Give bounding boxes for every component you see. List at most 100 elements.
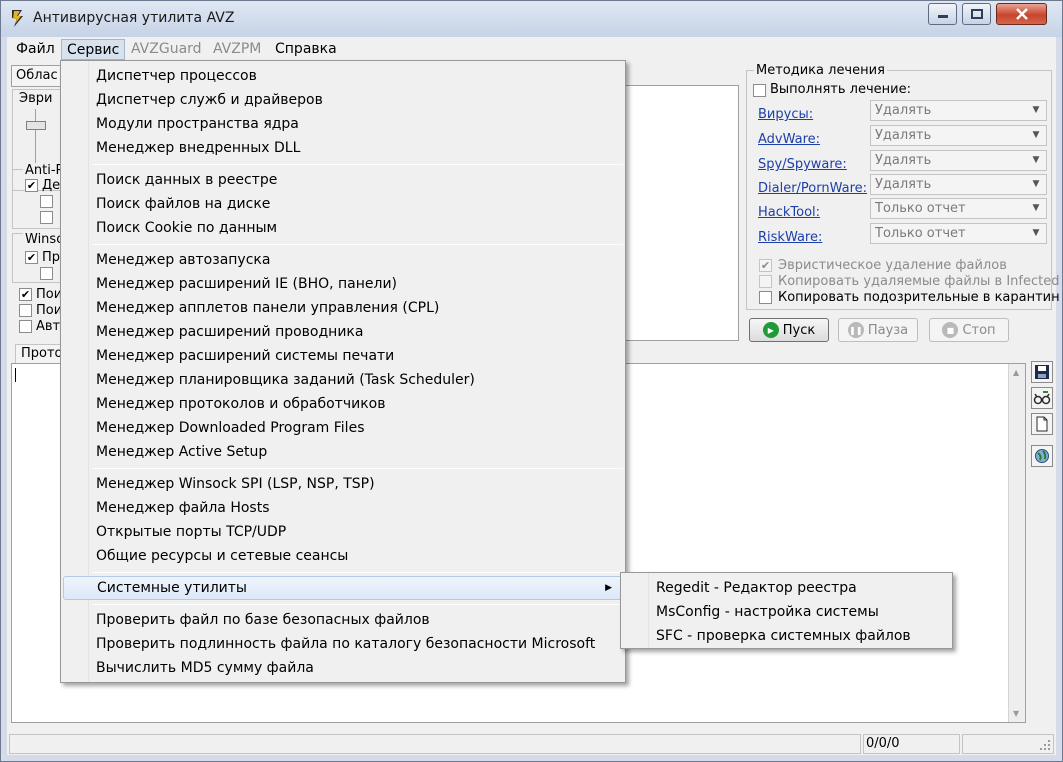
start-button-label: Пуск bbox=[782, 322, 816, 338]
dialer-link[interactable]: Dialer/PornWare: bbox=[758, 181, 867, 196]
menu-item-shared-resources[interactable]: Общие ресурсы и сетевые сеансы bbox=[63, 544, 623, 568]
menu-item-winsock-spi[interactable]: Менеджер Winsock SPI (LSP, NSP, TSP) bbox=[63, 472, 623, 496]
dialer-action-select[interactable]: Удалять ▼ bbox=[870, 174, 1047, 195]
menu-item-kernel-modules[interactable]: Модули пространства ядра bbox=[63, 112, 623, 136]
menu-item-explorer-extensions[interactable]: Менеджер расширений проводника bbox=[63, 320, 623, 344]
menu-item-cookie-search[interactable]: Поиск Cookie по данным bbox=[63, 216, 623, 240]
menu-separator bbox=[92, 164, 623, 165]
chevron-down-icon: ▼ bbox=[1032, 105, 1040, 115]
pause-button[interactable]: ❚❚ Пауза bbox=[838, 318, 918, 342]
scroll-up-icon[interactable]: ▲ bbox=[1013, 368, 1019, 377]
menu-item-md5-sum[interactable]: Вычислить MD5 сумму файла bbox=[63, 656, 623, 680]
perform-treatment-checkbox[interactable] bbox=[753, 84, 766, 97]
heuristic-delete-checkbox[interactable]: ✔ bbox=[759, 259, 772, 272]
treatment-group-title: Методика лечения bbox=[754, 63, 887, 78]
search-checkbox-1-label: Пои bbox=[36, 287, 63, 302]
status-counter: 0/0/0 bbox=[863, 734, 960, 754]
virus-link[interactable]: Вирусы: bbox=[758, 107, 813, 122]
search-checkbox-3-label: Авт bbox=[36, 319, 61, 334]
anti-checkbox-2[interactable] bbox=[40, 195, 53, 208]
winsock-checkbox-2[interactable] bbox=[40, 267, 53, 280]
hacktool-action-select[interactable]: Только отчет ▼ bbox=[870, 198, 1047, 219]
minimize-icon bbox=[937, 15, 948, 18]
resize-grip-icon[interactable] bbox=[1039, 739, 1051, 751]
menu-avzguard[interactable]: AVZGuard bbox=[126, 39, 207, 60]
minimize-button[interactable] bbox=[928, 3, 957, 25]
winsock-checkbox-1[interactable]: ✔ bbox=[25, 251, 38, 264]
menu-item-file-search[interactable]: Поиск файлов на диске bbox=[63, 192, 623, 216]
menu-item-registry-search[interactable]: Поиск данных в реестре bbox=[63, 168, 623, 192]
menu-service[interactable]: Сервис bbox=[61, 39, 126, 60]
avz-app-icon bbox=[12, 10, 23, 27]
menu-item-check-safe-db[interactable]: Проверить файл по базе безопасных файлов bbox=[63, 608, 623, 632]
menu-item-cpl-manager[interactable]: Менеджер апплетов панели управления (CPL… bbox=[63, 296, 623, 320]
close-button[interactable] bbox=[996, 3, 1047, 25]
glasses-icon bbox=[1033, 391, 1051, 405]
log-scrollbar[interactable]: ▲ ▼ bbox=[1008, 364, 1025, 722]
play-icon: ▶ bbox=[762, 322, 779, 338]
riskware-link[interactable]: RiskWare: bbox=[758, 230, 822, 245]
virus-action-select[interactable]: Удалять ▼ bbox=[870, 100, 1047, 121]
submenu-item-regedit[interactable]: Regedit - Редактор реестра bbox=[623, 576, 950, 600]
search-checkbox-3[interactable] bbox=[19, 320, 32, 333]
menu-item-system-utilities[interactable]: Системные утилиты ▶ bbox=[63, 576, 623, 600]
menu-item-dll-manager[interactable]: Менеджер внедренных DLL bbox=[63, 136, 623, 160]
menu-file[interactable]: Файл bbox=[11, 39, 60, 60]
virus-action-value: Удалять bbox=[875, 103, 932, 118]
menu-separator bbox=[92, 468, 623, 469]
hacktool-action-value: Только отчет bbox=[875, 201, 966, 216]
menu-item-services-drivers[interactable]: Диспетчер служб и драйверов bbox=[63, 88, 623, 112]
dialer-action-value: Удалять bbox=[875, 177, 932, 192]
menu-item-task-scheduler[interactable]: Менеджер планировщика заданий (Task Sche… bbox=[63, 368, 623, 392]
menu-help[interactable]: Справка bbox=[270, 39, 342, 60]
search-checkbox-2[interactable] bbox=[19, 304, 32, 317]
window-title: Антивирусная утилита AVZ bbox=[33, 10, 235, 26]
scroll-down-icon[interactable]: ▼ bbox=[1013, 709, 1019, 718]
submenu-item-sfc[interactable]: SFC - проверка системных файлов bbox=[623, 624, 950, 648]
object-list[interactable] bbox=[607, 85, 739, 341]
save-log-button[interactable] bbox=[1031, 361, 1053, 383]
hacktool-link[interactable]: HackTool: bbox=[758, 205, 820, 220]
heuristic-slider-thumb[interactable] bbox=[26, 121, 46, 130]
view-log-button[interactable] bbox=[1031, 387, 1053, 409]
anti-checkbox-3[interactable] bbox=[40, 211, 53, 224]
menu-separator bbox=[92, 244, 623, 245]
advware-link[interactable]: AdvWare: bbox=[758, 132, 820, 147]
chevron-down-icon: ▼ bbox=[1032, 130, 1040, 140]
pause-button-label: Пауза bbox=[867, 322, 909, 338]
globe-button[interactable] bbox=[1031, 445, 1053, 467]
menu-avzpm[interactable]: AVZPM bbox=[208, 39, 266, 60]
area-tab-label: Облас bbox=[16, 68, 58, 83]
chevron-down-icon: ▼ bbox=[1032, 179, 1040, 189]
new-log-button[interactable] bbox=[1031, 413, 1053, 435]
stop-button[interactable]: ■ Стоп bbox=[929, 318, 1009, 342]
anti-checkbox-1[interactable]: ✔ bbox=[25, 179, 38, 192]
submenu-item-msconfig[interactable]: MsConfig - настройка системы bbox=[623, 600, 950, 624]
menu-item-print-extensions[interactable]: Менеджер расширений системы печати bbox=[63, 344, 623, 368]
globe-icon bbox=[1035, 449, 1049, 463]
heuristic-slider-track[interactable] bbox=[26, 109, 53, 165]
floppy-disk-icon bbox=[1035, 365, 1049, 379]
menu-item-protocols-handlers[interactable]: Менеджер протоколов и обработчиков bbox=[63, 392, 623, 416]
menu-item-active-setup[interactable]: Менеджер Active Setup bbox=[63, 440, 623, 464]
maximize-button[interactable] bbox=[962, 3, 991, 25]
title-bar[interactable]: Антивирусная утилита AVZ bbox=[1, 1, 1062, 37]
menu-item-process-manager[interactable]: Диспетчер процессов bbox=[63, 64, 623, 88]
spyware-link[interactable]: Spy/Spyware: bbox=[758, 157, 847, 172]
search-checkbox-2-label: Пои bbox=[36, 303, 63, 318]
area-tab[interactable]: Облас bbox=[11, 65, 61, 87]
riskware-action-select[interactable]: Только отчет ▼ bbox=[870, 223, 1047, 244]
search-checkbox-1[interactable]: ✔ bbox=[19, 288, 32, 301]
chevron-down-icon: ▼ bbox=[1032, 203, 1040, 213]
menu-item-downloaded-program-files[interactable]: Менеджер Downloaded Program Files bbox=[63, 416, 623, 440]
start-button[interactable]: ▶ Пуск bbox=[749, 318, 829, 342]
menu-item-check-ms-catalog[interactable]: Проверить подлинность файла по каталогу … bbox=[63, 632, 623, 656]
advware-action-select[interactable]: Удалять ▼ bbox=[870, 125, 1047, 146]
copy-infected-checkbox[interactable] bbox=[759, 275, 772, 288]
copy-quarantine-checkbox[interactable] bbox=[759, 291, 772, 304]
spyware-action-select[interactable]: Удалять ▼ bbox=[870, 150, 1047, 171]
menu-item-hosts-manager[interactable]: Менеджер файла Hosts bbox=[63, 496, 623, 520]
menu-item-ie-extensions[interactable]: Менеджер расширений IE (BHO, панели) bbox=[63, 272, 623, 296]
menu-item-autorun-manager[interactable]: Менеджер автозапуска bbox=[63, 248, 623, 272]
menu-item-open-ports[interactable]: Открытые порты TCP/UDP bbox=[63, 520, 623, 544]
